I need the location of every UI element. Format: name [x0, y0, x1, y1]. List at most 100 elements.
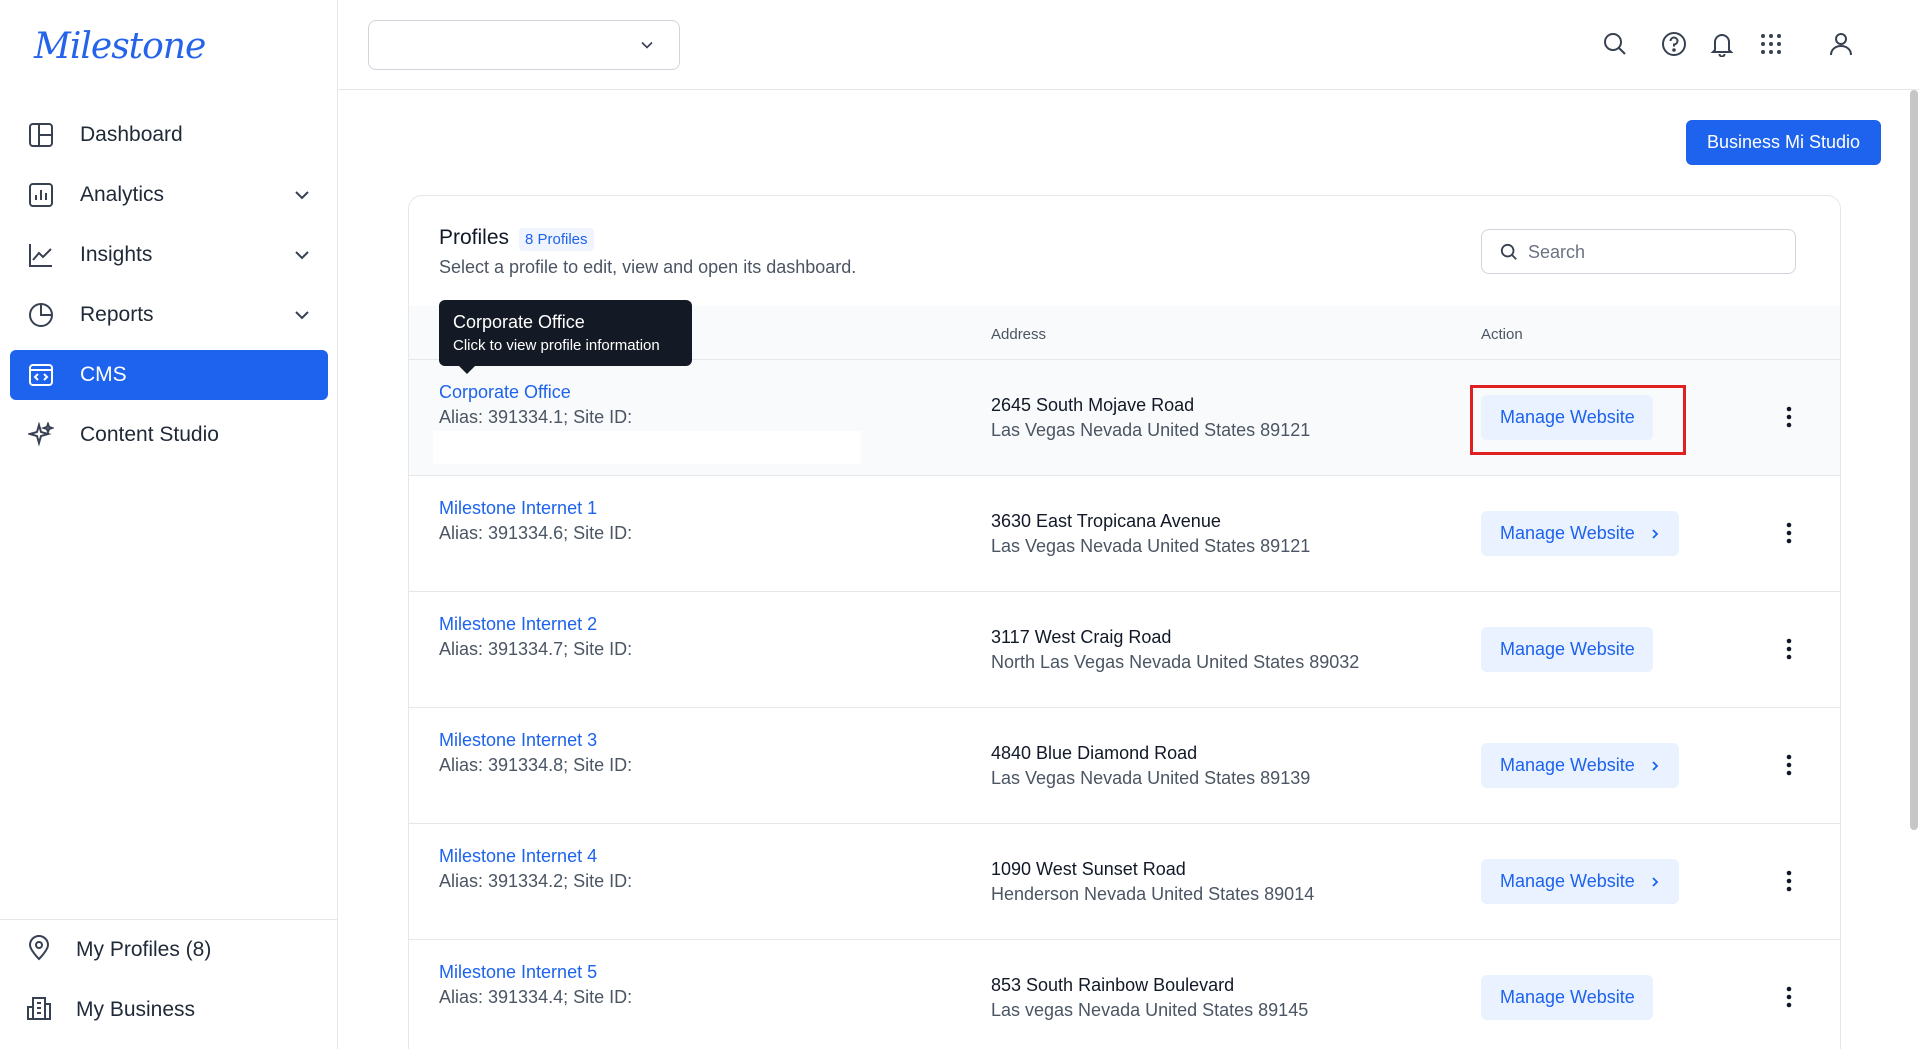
- sidebar-item-label: CMS: [80, 363, 127, 386]
- chevron-right-icon: [1652, 760, 1659, 771]
- sidebar-item-my-profiles[interactable]: My Profiles (8): [0, 920, 337, 980]
- apps-grid-icon[interactable]: [1757, 30, 1785, 58]
- sidebar-item-my-business[interactable]: My Business: [0, 980, 337, 1040]
- address-line-1: 2645 South Mojave Road: [991, 395, 1195, 415]
- building-icon: [26, 995, 52, 1026]
- app-root: Milestone Dashboard Analytics Insights R…: [0, 0, 1919, 1049]
- address-line-1: 853 South Rainbow Boulevard: [991, 975, 1235, 995]
- bell-icon[interactable]: [1708, 30, 1736, 58]
- manage-website-label: Manage Website: [1500, 755, 1635, 775]
- profile-name-link[interactable]: Milestone Internet 4: [439, 846, 597, 867]
- profile-name-link[interactable]: Milestone Internet 1: [439, 498, 597, 519]
- manage-website-label: Manage Website: [1500, 523, 1635, 543]
- table-row: Milestone Internet 2 Alias: 391334.7; Si…: [409, 592, 1840, 708]
- more-options-icon[interactable]: [1779, 982, 1799, 1012]
- table-row: Milestone Internet 4 Alias: 391334.2; Si…: [409, 824, 1840, 940]
- manage-website-button[interactable]: Manage Website: [1481, 975, 1653, 1020]
- manage-website-label: Manage Website: [1500, 871, 1635, 891]
- address-line-2: Henderson Nevada United States 89014: [991, 884, 1315, 904]
- logo: Milestone: [34, 26, 206, 67]
- cms-icon: [26, 360, 56, 390]
- address-line-2: Las Vegas Nevada United States 89139: [991, 768, 1311, 788]
- page-scrollbar[interactable]: [1909, 90, 1919, 1049]
- more-options-icon[interactable]: [1779, 750, 1799, 780]
- profile-alias: Alias: 391334.2; Site ID:: [439, 871, 633, 891]
- profile-alias: Alias: 391334.1; Site ID:: [439, 407, 633, 427]
- table-row: Milestone Internet 5 Alias: 391334.4; Si…: [409, 940, 1840, 1049]
- reports-icon: [26, 300, 56, 330]
- tooltip-text: Click to view profile information: [453, 337, 660, 354]
- dashboard-icon: [26, 120, 56, 150]
- more-options-icon[interactable]: [1779, 634, 1799, 664]
- profile-alias: Alias: 391334.8; Site ID:: [439, 755, 633, 775]
- address-line-2: Las Vegas Nevada United States 89121: [991, 536, 1311, 556]
- chevron-right-icon: [1652, 528, 1659, 539]
- manage-website-button[interactable]: Manage Website: [1481, 511, 1679, 556]
- address-line-2: North Las Vegas Nevada United States 890…: [991, 652, 1360, 672]
- address-line-2: Las Vegas Nevada United States 89121: [991, 420, 1311, 440]
- chevron-down-icon: [641, 41, 653, 49]
- redacted-area: [433, 431, 861, 464]
- sidebar-bottom: My Profiles (8) My Business: [0, 919, 337, 1040]
- search-icon: [1500, 243, 1517, 260]
- chevron-down-icon[interactable]: [290, 183, 314, 207]
- chevron-down-icon[interactable]: [290, 303, 314, 327]
- table-row: Milestone Internet 1 Alias: 391334.6; Si…: [409, 476, 1840, 592]
- chevron-down-icon[interactable]: [290, 243, 314, 267]
- profile-name-link[interactable]: Milestone Internet 2: [439, 614, 597, 635]
- sidebar-item-content-studio[interactable]: Content Studio: [10, 410, 328, 460]
- address-line-1: 3117 West Craig Road: [991, 627, 1172, 647]
- sidebar-nav: Dashboard Analytics Insights Reports CMS…: [10, 110, 328, 470]
- top-header: [338, 0, 1919, 90]
- profiles-count-badge: 8 Profiles: [519, 228, 594, 251]
- manage-website-button[interactable]: Manage Website: [1481, 627, 1653, 672]
- column-header-action: Action: [1481, 326, 1523, 343]
- sidebar-item-dashboard[interactable]: Dashboard: [10, 110, 328, 160]
- insights-icon: [26, 240, 56, 270]
- card-title: Profiles: [439, 226, 510, 249]
- highlight-box: [1470, 385, 1686, 455]
- sidebar-item-analytics[interactable]: Analytics: [10, 170, 328, 220]
- sidebar-item-reports[interactable]: Reports: [10, 290, 328, 340]
- more-options-icon[interactable]: [1779, 866, 1799, 896]
- profile-alias: Alias: 391334.4; Site ID:: [439, 987, 633, 1007]
- address-line-2: Las vegas Nevada United States 89145: [991, 1000, 1309, 1020]
- card-subtitle: Select a profile to edit, view and open …: [439, 257, 857, 277]
- sidebar-item-insights[interactable]: Insights: [10, 230, 328, 280]
- sidebar-item-label: Analytics: [80, 183, 165, 206]
- table-row: Corporate Office Alias: 391334.1; Site I…: [409, 360, 1840, 476]
- profile-name-link[interactable]: Milestone Internet 5: [439, 962, 597, 983]
- sidebar-item-label: Content Studio: [80, 423, 219, 446]
- search-icon[interactable]: [1601, 30, 1629, 58]
- profile-name-link[interactable]: Corporate Office: [439, 382, 571, 403]
- sparkle-icon: [26, 420, 56, 450]
- help-icon[interactable]: [1660, 30, 1688, 58]
- sidebar-item-label: My Business: [76, 998, 196, 1021]
- address-line-1: 1090 West Sunset Road: [991, 859, 1186, 879]
- manage-website-button[interactable]: Manage Website: [1481, 859, 1679, 904]
- address-line-1: 3630 East Tropicana Avenue: [991, 511, 1221, 531]
- sidebar-item-cms[interactable]: CMS: [10, 350, 328, 400]
- search-input[interactable]: [1528, 238, 1783, 266]
- tooltip-title: Corporate Office: [453, 312, 585, 332]
- more-options-icon[interactable]: [1779, 402, 1799, 432]
- analytics-icon: [26, 180, 56, 210]
- sidebar: Milestone Dashboard Analytics Insights R…: [0, 0, 338, 1049]
- chevron-right-icon: [1652, 876, 1659, 887]
- scrollbar-thumb[interactable]: [1910, 90, 1918, 830]
- address-line-1: 4840 Blue Diamond Road: [991, 743, 1198, 763]
- location-pin-icon: [26, 934, 52, 966]
- profile-alias: Alias: 391334.6; Site ID:: [439, 523, 633, 543]
- sidebar-item-label: My Profiles (8): [76, 938, 212, 961]
- column-header-address: Address: [991, 326, 1047, 343]
- profile-alias: Alias: 391334.7; Site ID:: [439, 639, 633, 659]
- manage-website-button[interactable]: Manage Website: [1481, 743, 1679, 788]
- user-icon[interactable]: [1827, 30, 1855, 58]
- profile-tooltip: Corporate Office Click to view profile i…: [439, 300, 692, 374]
- business-mi-studio-button[interactable]: Business Mi Studio: [1686, 120, 1881, 165]
- search-box[interactable]: [1481, 229, 1796, 274]
- sidebar-item-label: Reports: [80, 303, 154, 326]
- profile-select[interactable]: [368, 20, 680, 70]
- more-options-icon[interactable]: [1779, 518, 1799, 548]
- profile-name-link[interactable]: Milestone Internet 3: [439, 730, 597, 751]
